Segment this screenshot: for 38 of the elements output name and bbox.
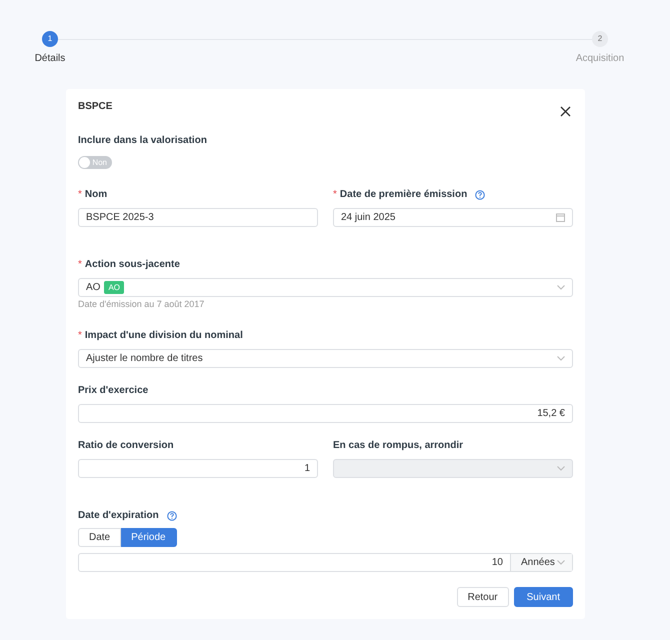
field-label: Inclure dans la valorisation <box>78 135 208 147</box>
required-asterisk: * <box>78 259 82 271</box>
mode-tab[interactable]: Date <box>78 528 122 547</box>
calendar-icon <box>556 213 565 222</box>
step-number: 1 <box>42 31 58 47</box>
close-icon[interactable] <box>560 106 571 117</box>
help-icon[interactable] <box>475 190 486 200</box>
required-asterisk: * <box>333 189 337 201</box>
step-number: 2 <box>592 31 608 47</box>
required-asterisk: * <box>78 189 82 201</box>
chevron-icon <box>557 466 565 471</box>
next-button[interactable]: Suivant <box>514 587 573 607</box>
field-label: En cas de rompus, arrondir <box>333 440 464 452</box>
select-value: AO <box>86 282 100 294</box>
field-label: Date de première émission <box>340 189 468 201</box>
field-label: Impact d'une division du nominal <box>84 330 243 342</box>
share-select[interactable]: AO AO <box>78 278 573 297</box>
hint-text: Date d'émission au 7 août 2017 <box>78 299 206 310</box>
field-label: Prix d'exercice <box>78 385 148 397</box>
help-icon[interactable] <box>166 511 177 521</box>
field-label: Ratio de conversion <box>78 440 174 452</box>
mode-tab[interactable]: Période <box>121 528 177 547</box>
step-label: Détails <box>34 53 66 65</box>
chevron-icon <box>557 356 565 361</box>
ratio-field[interactable]: 1 <box>78 459 318 478</box>
field-label: Date d'expiration <box>78 510 159 522</box>
price-field[interactable]: 15,2 € <box>78 404 573 423</box>
form-title: BSPCE <box>78 101 112 113</box>
date-field[interactable]: 24 juin 2025 <box>333 208 573 227</box>
split-select[interactable]: Ajuster le nombre de titres <box>78 349 573 368</box>
step-label: Acquisition <box>576 53 624 65</box>
field-label: Action sous-jacente <box>84 259 180 271</box>
field-label: Nom <box>84 189 108 201</box>
back-button[interactable]: Retour <box>456 587 509 607</box>
required-asterisk: * <box>78 330 82 342</box>
name-field[interactable]: BSPCE 2025-3 <box>78 208 318 227</box>
chevron-icon <box>557 285 565 290</box>
share-tag: AO <box>104 281 124 294</box>
